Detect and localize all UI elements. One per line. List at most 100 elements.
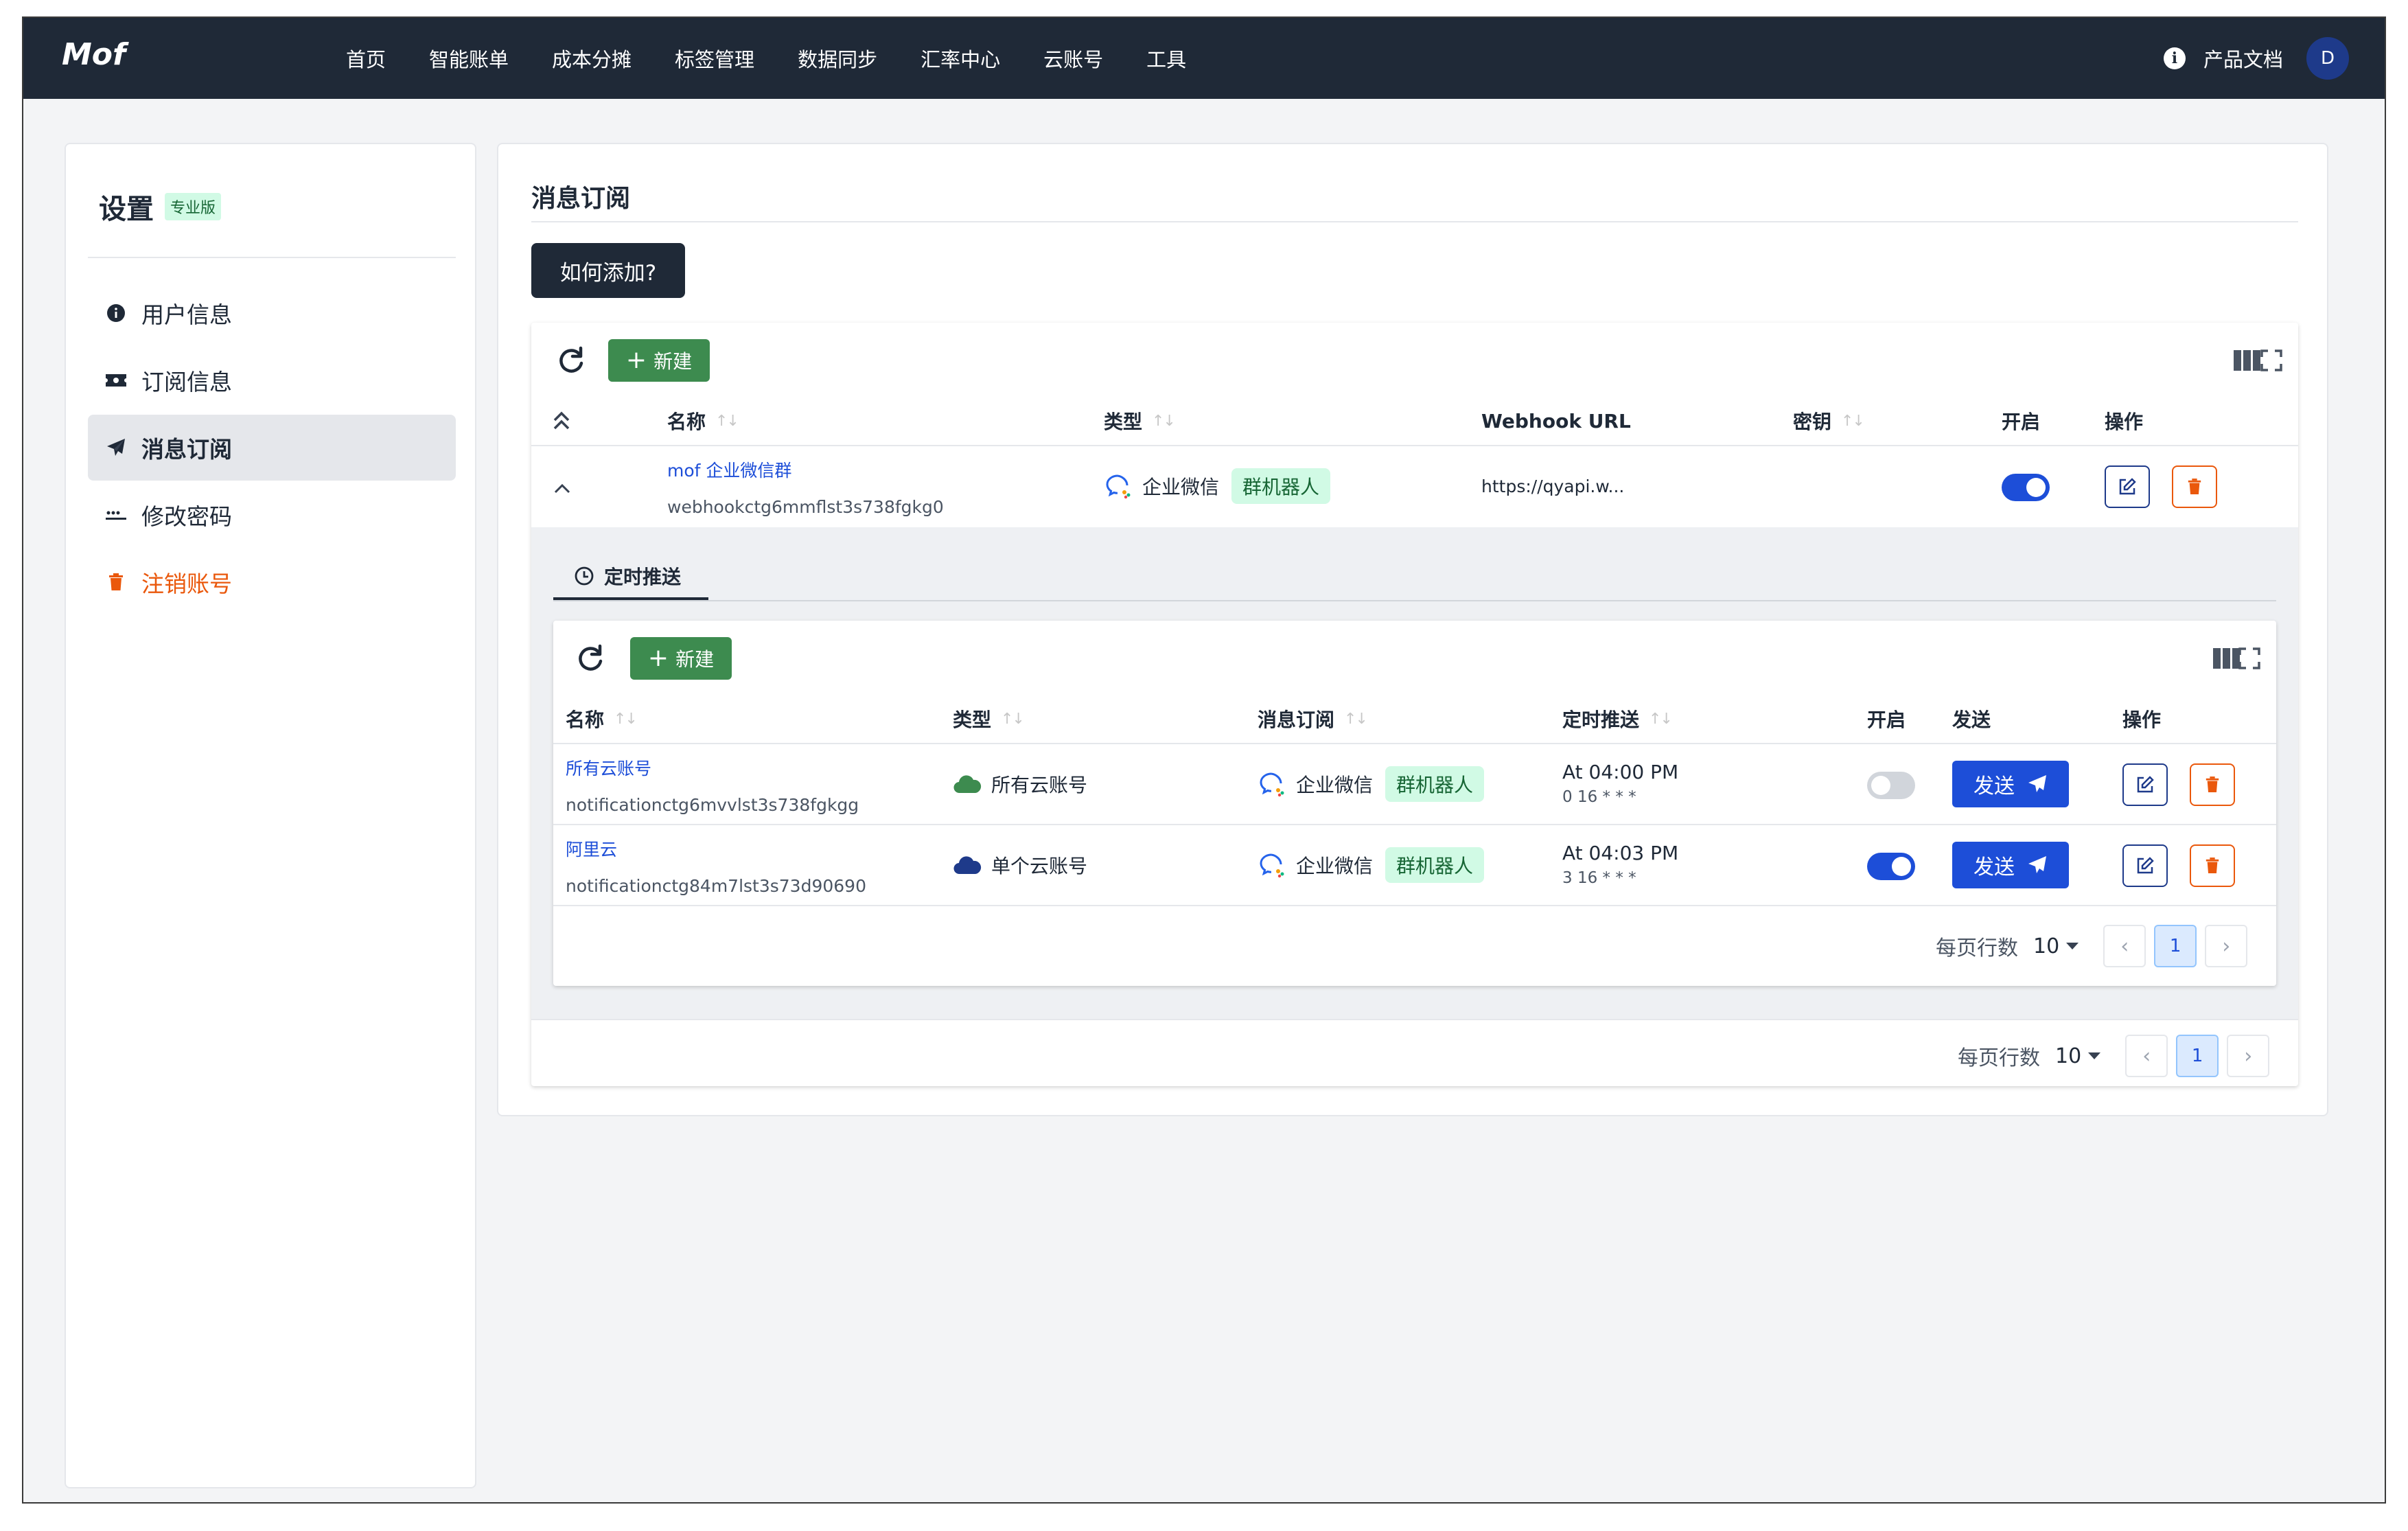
nav-item-tools[interactable]: 工具 <box>1146 44 1186 73</box>
ticket-icon <box>104 369 128 392</box>
webhook-table-card: + 新建 名称 ↑↓ 类型 ↑↓ Webhook URL 密钥 ↑↓ 开启 操作 mof… <box>531 323 2298 1086</box>
col-header-subscription[interactable]: 消息订阅 ↑↓ <box>1258 704 1368 733</box>
col-header-name[interactable]: 名称 ↑↓ <box>566 704 638 733</box>
col-header-label: 类型 <box>953 709 992 731</box>
chevron-up-icon[interactable] <box>553 482 571 494</box>
sidebar-item-user-info[interactable]: 用户信息 <box>88 280 456 346</box>
columns-icon[interactable] <box>2213 648 2241 669</box>
nav-right: i 产品文档 D <box>2163 18 2349 99</box>
schedule-pagination: 每页行数 10 ‹ 1 › <box>1936 924 2256 968</box>
nav-item-cost-allocation[interactable]: 成本分摊 <box>552 44 632 73</box>
nav-item-cloud-accounts[interactable]: 云账号 <box>1043 44 1103 73</box>
schedule-id: notificationctg84m7lst3s73d90690 <box>566 876 866 896</box>
schedule-enabled-toggle[interactable] <box>1867 853 1915 880</box>
nav-item-home[interactable]: 首页 <box>346 44 386 73</box>
cloud-icon <box>953 856 982 875</box>
app-logo[interactable]: Mof <box>62 37 126 72</box>
rows-per-page-select[interactable]: 10 <box>2033 934 2059 958</box>
tab-label: 定时推送 <box>604 566 682 588</box>
schedule-enabled-toggle[interactable] <box>1867 772 1915 799</box>
col-header-type[interactable]: 类型 ↑↓ <box>953 704 1025 733</box>
webhook-table-toolbar: + 新建 <box>531 323 2298 398</box>
sidebar-item-label: 注销账号 <box>141 571 232 597</box>
rows-per-page-label: 每页行数 <box>1936 936 2018 960</box>
webhook-type-label: 企业微信 <box>1142 476 1220 498</box>
col-header-type[interactable]: 类型 ↑↓ <box>1104 406 1176 435</box>
col-header-enabled: 开启 <box>2002 411 2041 433</box>
pager-divider <box>531 1019 2298 1020</box>
plus-icon: + <box>625 346 647 374</box>
edit-schedule-button[interactable] <box>2122 844 2168 887</box>
webhook-url-cell: https://qyapi.w... <box>1481 476 1625 496</box>
sidebar-item-change-password[interactable]: 修改密码 <box>88 482 456 548</box>
new-webhook-button[interactable]: + 新建 <box>608 339 710 382</box>
toggle-knob <box>1871 776 1890 795</box>
nav-item-smart-bill[interactable]: 智能账单 <box>429 44 509 73</box>
next-page-button[interactable]: › <box>2205 925 2248 967</box>
delete-schedule-button[interactable] <box>2190 844 2235 887</box>
col-header-label: 定时推送 <box>1562 709 1640 731</box>
sidebar-item-message-subscription[interactable]: 消息订阅 <box>88 415 456 481</box>
avatar[interactable]: D <box>2306 37 2349 80</box>
col-header-actions: 操作 <box>2105 411 2144 433</box>
sort-icon: ↑↓ <box>1001 710 1025 728</box>
page-number-button[interactable]: 1 <box>2154 925 2197 967</box>
webhook-enabled-toggle[interactable] <box>2002 474 2050 501</box>
col-header-webhook: Webhook URL <box>1481 409 1631 433</box>
subscription-cell: 企业微信 群机器人 <box>1258 847 1485 883</box>
group-bot-tag: 群机器人 <box>1385 847 1485 883</box>
edit-icon <box>2137 857 2154 874</box>
schedule-name-link[interactable]: 阿里云 <box>566 836 617 861</box>
new-schedule-button[interactable]: + 新建 <box>630 637 732 680</box>
refresh-icon[interactable] <box>574 643 605 674</box>
schedule-time: At 04:03 PM <box>1562 841 1679 864</box>
paper-plane-icon <box>2028 856 2046 873</box>
sidebar-item-label: 消息订阅 <box>141 436 232 463</box>
sidebar-item-delete-account[interactable]: 注销账号 <box>88 549 456 615</box>
col-header-name[interactable]: 名称 ↑↓ <box>667 406 739 435</box>
next-page-button[interactable]: › <box>2227 1035 2270 1077</box>
nav-item-exchange-rate[interactable]: 汇率中心 <box>921 44 1000 73</box>
col-header-secret[interactable]: 密钥 ↑↓ <box>1793 406 1865 435</box>
send-button[interactable]: 发送 <box>1952 842 2069 888</box>
delete-webhook-button[interactable] <box>2172 465 2217 508</box>
sort-icon: ↑↓ <box>1841 412 1865 430</box>
delete-schedule-button[interactable] <box>2190 763 2235 806</box>
nav-item-data-sync[interactable]: 数据同步 <box>798 44 877 73</box>
wecom-icon <box>1106 474 1131 499</box>
sidebar-item-label: 修改密码 <box>141 503 232 530</box>
prev-page-button[interactable]: ‹ <box>2103 925 2146 967</box>
nav-item-tag-management[interactable]: 标签管理 <box>675 44 754 73</box>
fullscreen-icon[interactable] <box>2260 349 2283 372</box>
refresh-icon[interactable] <box>555 345 586 376</box>
subscription-type-label: 企业微信 <box>1296 855 1374 877</box>
trash-icon <box>2188 479 2201 494</box>
fullscreen-icon[interactable] <box>2238 647 2261 670</box>
rows-per-page-select[interactable]: 10 <box>2055 1044 2081 1068</box>
send-button[interactable]: 发送 <box>1952 761 2069 807</box>
group-bot-tag: 群机器人 <box>1231 468 1331 504</box>
schedule-table-card: + 新建 名称 ↑↓ 类型 ↑↓ 消息订阅 ↑↓ 定时推送 ↑↓ 开启 发送 操作 所有云… <box>553 621 2276 986</box>
subscription-cell: 企业微信 群机器人 <box>1258 766 1485 802</box>
tab-scheduled-push[interactable]: 定时推送 <box>553 555 708 600</box>
schedule-id: notificationctg6mvvlst3s738fgkgg <box>566 795 859 815</box>
schedule-name-link[interactable]: 所有云账号 <box>566 755 651 780</box>
send-button-label: 发送 <box>1973 774 2015 798</box>
prev-page-button[interactable]: ‹ <box>2125 1035 2168 1077</box>
collapse-all-icon[interactable] <box>552 411 571 431</box>
sidebar-item-subscription-info[interactable]: 订阅信息 <box>88 347 456 413</box>
caret-down-icon[interactable] <box>2066 943 2079 949</box>
edit-webhook-button[interactable] <box>2105 465 2150 508</box>
edit-schedule-button[interactable] <box>2122 763 2168 806</box>
page-number-button[interactable]: 1 <box>2176 1035 2219 1077</box>
col-header-schedule[interactable]: 定时推送 ↑↓ <box>1562 704 1673 733</box>
how-to-add-button[interactable]: 如何添加? <box>531 243 685 298</box>
webhook-name-link[interactable]: mof 企业微信群 <box>667 457 791 482</box>
info-icon[interactable]: i <box>2163 47 2186 69</box>
top-navbar: Mof 首页 智能账单 成本分摊 标签管理 数据同步 汇率中心 云账号 工具 i… <box>23 18 2385 99</box>
sidebar-title-text: 设置 <box>99 194 154 225</box>
webhook-type-cell: 企业微信 群机器人 <box>1104 468 1331 504</box>
docs-link[interactable]: 产品文档 <box>2203 44 2283 73</box>
columns-icon[interactable] <box>2234 350 2261 371</box>
caret-down-icon[interactable] <box>2088 1052 2101 1059</box>
